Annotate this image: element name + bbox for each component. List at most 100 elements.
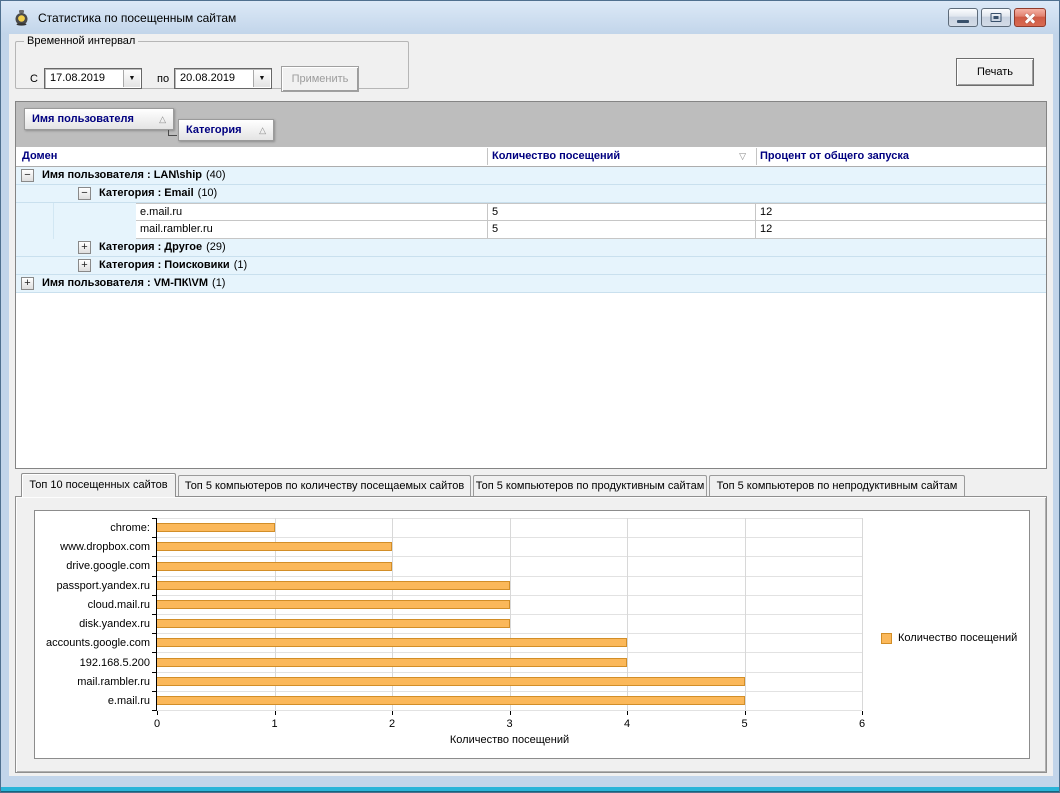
minimize-icon [957, 20, 969, 23]
column-header-percent[interactable]: Процент от общего запуска [760, 147, 909, 166]
y-axis-tick [152, 710, 156, 711]
column-separator [487, 148, 488, 165]
group-label: Категория : Другое [99, 241, 202, 253]
sort-asc-icon: △ [159, 109, 166, 129]
expand-button[interactable]: + [78, 241, 91, 254]
group-connector [168, 130, 177, 136]
chart-bar [157, 600, 510, 609]
print-button[interactable]: Печать [956, 58, 1034, 86]
app-icon [13, 9, 30, 26]
legend-swatch [881, 633, 892, 644]
column-header-label: Количество посещений [492, 150, 620, 162]
chart-category-label: www.dropbox.com [35, 537, 150, 556]
y-axis-tick [152, 556, 156, 557]
group-label: Категория : Поисковики [99, 259, 230, 271]
client-area: Временной интервал С 17.08.2019 ▼ по 20.… [9, 34, 1053, 776]
chart-bar-row [157, 576, 862, 595]
tab-top5-by-visited-sites[interactable]: Топ 5 компьютеров по количеству посещаем… [178, 475, 471, 496]
chart-bar [157, 581, 510, 590]
x-axis-tick [745, 711, 746, 715]
expand-button[interactable]: + [21, 277, 34, 290]
chart-category-label: passport.yandex.ru [35, 576, 150, 595]
x-axis-tick-label: 3 [506, 718, 512, 730]
apply-button[interactable]: Применить [281, 66, 359, 92]
close-button[interactable] [1014, 8, 1046, 27]
chart-bar-row [157, 633, 862, 652]
date-from-combobox[interactable]: 17.08.2019 ▼ [44, 68, 142, 89]
column-header-domain[interactable]: Домен [22, 147, 57, 166]
chart-bar [157, 542, 392, 551]
y-axis-tick [152, 691, 156, 692]
group-field-username[interactable]: Имя пользователя △ [24, 108, 174, 130]
x-axis-tick-label: 6 [859, 718, 865, 730]
time-interval-label: Временной интервал [24, 35, 138, 47]
date-from-dropdown-button[interactable]: ▼ [123, 70, 140, 87]
grid-rows: −Имя пользователя : LAN\ship(40) −Катего… [16, 167, 1046, 468]
x-axis-title: Количество посещений [450, 734, 569, 746]
group-count: (29) [206, 241, 226, 253]
group-row[interactable]: +Имя пользователя : VM-ПК\VM(1) [16, 275, 1046, 293]
expand-button[interactable]: + [78, 259, 91, 272]
group-row[interactable]: −Имя пользователя : LAN\ship(40) [16, 167, 1046, 185]
sort-asc-icon: △ [259, 120, 266, 140]
minimize-button[interactable] [948, 8, 978, 27]
column-header-visits[interactable]: Количество посещений ▽ [488, 147, 756, 166]
close-icon [1024, 12, 1036, 24]
table-row[interactable]: mail.rambler.ru 5 12 [16, 221, 1046, 239]
group-row[interactable]: −Категория : Email(10) [16, 185, 1046, 203]
chart-bar-row [157, 652, 862, 671]
tab-page-panel: chrome:www.dropbox.comdrive.google.compa… [15, 496, 1047, 773]
chart-category-label: accounts.google.com [35, 634, 150, 653]
table-row[interactable]: e.mail.ru 5 12 [16, 203, 1046, 221]
cell-domain: mail.rambler.ru [136, 221, 488, 239]
title-bar[interactable]: Статистика по посещенным сайтам [1, 1, 1059, 34]
chart-category-label: cloud.mail.ru [35, 595, 150, 614]
grid-header: Домен Количество посещений ▽ Процент от … [16, 147, 1046, 167]
sort-desc-icon: ▽ [739, 147, 746, 166]
column-separator [756, 148, 757, 165]
group-field-label: Имя пользователя [32, 113, 134, 125]
row-indent [16, 203, 136, 221]
expand-button[interactable]: − [21, 169, 34, 182]
chart-bar-row [157, 537, 862, 556]
window-title: Статистика по посещенным сайтам [38, 11, 236, 25]
tab-top5-unproductive-sites[interactable]: Топ 5 компьютеров по непродуктивным сайт… [709, 475, 965, 496]
x-axis-tick-label: 4 [624, 718, 630, 730]
date-to-combobox[interactable]: 20.08.2019 ▼ [174, 68, 272, 89]
chart-category-label: e.mail.ru [35, 692, 150, 711]
group-count: (40) [206, 169, 226, 181]
group-label: Категория : Email [99, 187, 194, 199]
x-axis-tick [627, 711, 628, 715]
group-field-category[interactable]: Категория △ [178, 119, 274, 141]
chart-bar-row [157, 595, 862, 614]
restore-button[interactable] [981, 8, 1011, 27]
chart-bar-row [157, 518, 862, 537]
sites-grid: Имя пользователя △ Категория △ Домен Кол… [15, 101, 1047, 469]
y-axis-tick [152, 614, 156, 615]
y-axis-tick [152, 672, 156, 673]
x-axis-tick [510, 711, 511, 715]
chart-bar [157, 523, 275, 532]
date-to-dropdown-button[interactable]: ▼ [253, 70, 270, 87]
window-controls [948, 8, 1046, 27]
time-interval-groupbox: Временной интервал С 17.08.2019 ▼ по 20.… [15, 41, 409, 89]
chart-bar [157, 619, 510, 628]
tab-top10-sites[interactable]: Топ 10 посещенных сайтов [21, 473, 176, 497]
tab-top5-productive-sites[interactable]: Топ 5 компьютеров по продуктивным сайтам [473, 475, 707, 496]
y-axis-tick [152, 652, 156, 653]
group-count: (1) [234, 259, 247, 271]
chart-category-label: chrome: [35, 518, 150, 537]
chart-bar [157, 677, 745, 686]
chart-category-label: drive.google.com [35, 557, 150, 576]
expand-button[interactable]: − [78, 187, 91, 200]
y-axis-tick [152, 518, 156, 519]
x-axis-tick-label: 2 [389, 718, 395, 730]
chart-gridline-vertical [862, 518, 863, 710]
cell-percent: 12 [756, 203, 1046, 221]
group-row[interactable]: + Категория : Другое (29) [16, 239, 1046, 257]
group-row[interactable]: + Категория : Поисковики (1) [16, 257, 1046, 275]
chart-bar [157, 562, 392, 571]
chart-bar-row [157, 614, 862, 633]
date-from-value: 17.08.2019 [50, 72, 105, 84]
cell-visits: 5 [488, 203, 756, 221]
